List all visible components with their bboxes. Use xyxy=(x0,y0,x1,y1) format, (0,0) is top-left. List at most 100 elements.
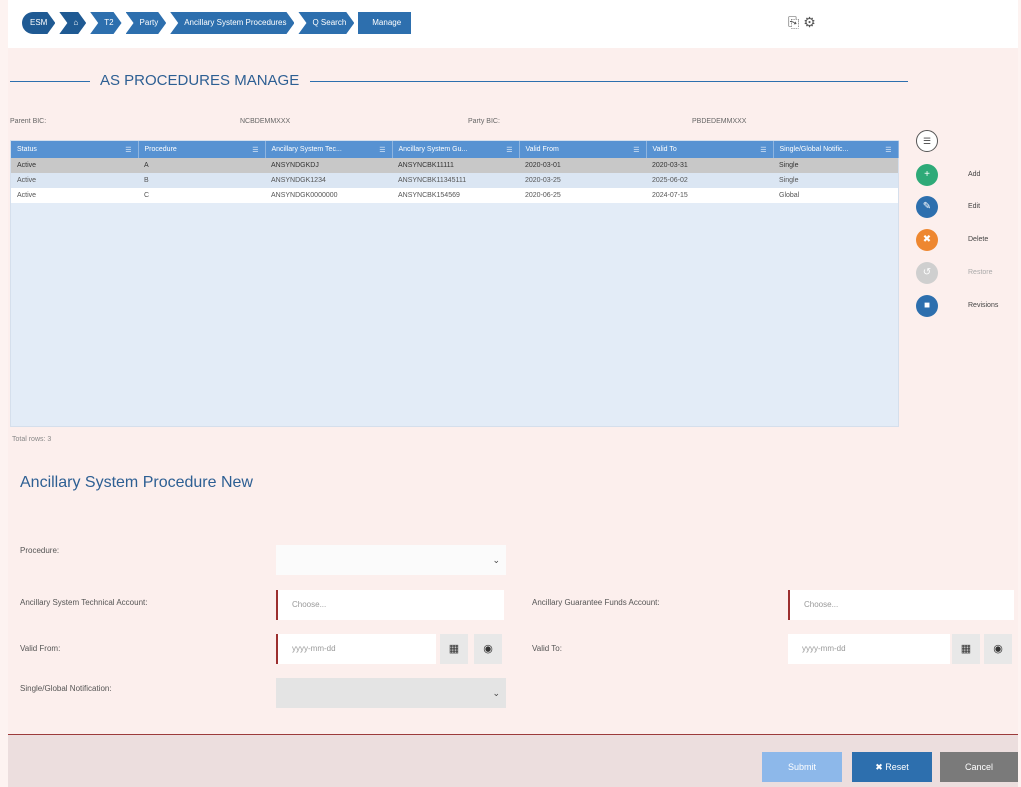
settings-icon[interactable]: ⚙ xyxy=(803,14,816,31)
total-rows: Total rows: 3 xyxy=(12,436,52,443)
title-line-left xyxy=(10,81,90,82)
table-row[interactable]: Active A ANSYNDGKDJ ANSYNCBK11111 2020-0… xyxy=(11,158,898,173)
valid-to-label: Valid To: xyxy=(532,644,562,653)
column-header-valid-from[interactable]: Valid From ☰ xyxy=(519,141,647,158)
section-header: AS PROCEDURES MANAGE xyxy=(10,72,908,90)
party-bic-value: PBDEDEMMXXX xyxy=(692,118,747,125)
table-row[interactable]: Active B ANSYNDGK1234 ANSYNCBK11345111 2… xyxy=(11,173,898,188)
edit-label: Edit xyxy=(968,203,981,210)
delete-button[interactable]: ✖ Delete xyxy=(914,229,1018,253)
table-cell: ANSYNCBK11111 xyxy=(392,158,519,173)
table-cell: C xyxy=(138,188,265,203)
table-cell: 2024-07-15 xyxy=(646,188,773,203)
guarantee-account-input[interactable]: Choose... xyxy=(788,590,1014,620)
table-cell: Active xyxy=(11,158,138,173)
table-cell: 2020-03-31 xyxy=(646,158,773,173)
table-cell: Single xyxy=(773,158,898,173)
procedure-select[interactable]: ⌄ xyxy=(276,545,506,575)
cancel-button[interactable]: Cancel xyxy=(940,752,1018,782)
table-cell: B xyxy=(138,173,265,188)
calendar-icon[interactable]: ▦ xyxy=(952,634,980,664)
table-cell: Global xyxy=(773,188,898,203)
sort-icon[interactable]: ☰ xyxy=(379,146,385,154)
revisions-icon[interactable]: ■ xyxy=(916,295,938,317)
column-header-notification[interactable]: Single/Global Notific... ☰ xyxy=(773,141,899,158)
home-icon[interactable]: ⌂ xyxy=(59,12,86,34)
table-header-row: Status ☰ Procedure ☰ Ancillary System Tec.… xyxy=(11,141,899,158)
table-cell: ANSYNCBK11345111 xyxy=(392,173,519,188)
procedures-table: Status ☰ Procedure ☰ Ancillary System Tec.… xyxy=(10,140,899,427)
tech-account-input[interactable]: Choose... xyxy=(276,590,504,620)
breadcrumb-item-ancillary-procedures[interactable]: Ancillary System Procedures xyxy=(170,12,294,34)
print-icon[interactable]: ⎘ xyxy=(788,14,799,31)
procedure-label: Procedure: xyxy=(20,546,60,555)
delete-icon[interactable]: ✖ xyxy=(916,229,938,251)
table-cell: Active xyxy=(11,188,138,203)
revisions-button[interactable]: ■ Revisions xyxy=(914,295,1018,319)
sort-icon[interactable]: ☰ xyxy=(760,146,766,154)
revisions-label: Revisions xyxy=(968,302,999,309)
plus-icon[interactable]: + xyxy=(916,164,938,186)
column-header-tech-account[interactable]: Ancillary System Tec... ☰ xyxy=(265,141,393,158)
submit-button[interactable]: Submit xyxy=(762,752,842,782)
table-cell: ANSYNDGKDJ xyxy=(265,158,392,173)
breadcrumb-item-party[interactable]: Party xyxy=(126,12,167,34)
title-line-right xyxy=(310,81,908,82)
table-cell: 2025-06-02 xyxy=(646,173,773,188)
restore-label: Restore xyxy=(968,269,993,276)
breadcrumb-item-manage: Manage xyxy=(358,12,412,34)
column-settings-button[interactable]: ☰ xyxy=(914,130,1018,154)
breadcrumb-item-t2[interactable]: T2 xyxy=(90,12,121,34)
clear-date-icon[interactable]: ◉ xyxy=(984,634,1012,664)
column-header-status[interactable]: Status ☰ xyxy=(11,141,139,158)
delete-label: Delete xyxy=(968,236,989,243)
table-cell: Single xyxy=(773,173,898,188)
top-icons: ⎘ ⚙ xyxy=(788,14,816,31)
table-cell: A xyxy=(138,158,265,173)
sort-icon[interactable]: ☰ xyxy=(125,146,131,154)
table-cell: ANSYNDGK0000000 xyxy=(265,188,392,203)
reset-button[interactable]: ✖ Reset xyxy=(852,752,932,782)
clear-date-icon[interactable]: ◉ xyxy=(474,634,502,664)
parent-bic-label: Parent BIC: xyxy=(10,118,47,125)
column-header-guarantee-account[interactable]: Ancillary System Gu... ☰ xyxy=(392,141,520,158)
breadcrumb-item-search[interactable]: Q Search xyxy=(298,12,354,34)
table-cell: Active xyxy=(11,173,138,188)
table-row[interactable]: Active C ANSYNDGK0000000 ANSYNCBK154569 … xyxy=(11,188,898,203)
table-cell: 2020-06-25 xyxy=(519,188,646,203)
table-cell: ANSYNDGK1234 xyxy=(265,173,392,188)
edit-icon[interactable]: ✎ xyxy=(916,196,938,218)
sort-icon[interactable]: ☰ xyxy=(633,146,639,154)
sort-icon[interactable]: ☰ xyxy=(885,146,891,154)
guarantee-account-label: Ancillary Guarantee Funds Account: xyxy=(532,598,660,607)
table-cell: 2020-03-25 xyxy=(519,173,646,188)
valid-from-placeholder: yyyy-mm-dd xyxy=(292,644,336,653)
parent-bic-value: NCBDEMMXXX xyxy=(240,118,291,125)
guarantee-account-placeholder: Choose... xyxy=(804,600,839,609)
sort-icon[interactable]: ☰ xyxy=(252,146,258,154)
top-bar: ESM ⌂ T2 Party Ancillary System Procedur… xyxy=(8,0,1018,48)
notification-label: Single/Global Notification: xyxy=(20,684,112,693)
sort-icon[interactable]: ☰ xyxy=(506,146,512,154)
restore-button: ↺ Restore xyxy=(914,262,1018,286)
notification-select: ⌄ xyxy=(276,678,506,708)
calendar-icon[interactable]: ▦ xyxy=(440,634,468,664)
page-title: AS PROCEDURES MANAGE xyxy=(100,72,300,89)
valid-to-input[interactable]: yyyy-mm-dd xyxy=(788,634,950,664)
tech-account-placeholder: Choose... xyxy=(292,600,327,609)
valid-from-label: Valid From: xyxy=(20,644,61,653)
column-header-procedure[interactable]: Procedure ☰ xyxy=(138,141,266,158)
column-header-valid-to[interactable]: Valid To ☰ xyxy=(646,141,774,158)
breadcrumb: ESM ⌂ T2 Party Ancillary System Procedur… xyxy=(22,12,415,34)
restore-icon: ↺ xyxy=(916,262,938,284)
chevron-down-icon: ⌄ xyxy=(492,688,500,698)
list-icon[interactable]: ☰ xyxy=(916,130,938,152)
edit-button[interactable]: ✎ Edit xyxy=(914,196,1018,220)
valid-from-input[interactable]: yyyy-mm-dd xyxy=(276,634,436,664)
add-button[interactable]: + Add xyxy=(914,164,1018,188)
breadcrumb-item-esm[interactable]: ESM xyxy=(22,12,55,34)
form-title: Ancillary System Procedure New xyxy=(20,474,253,491)
chevron-down-icon: ⌄ xyxy=(492,555,500,565)
tech-account-label: Ancillary System Technical Account: xyxy=(20,598,148,607)
valid-to-placeholder: yyyy-mm-dd xyxy=(802,644,846,653)
